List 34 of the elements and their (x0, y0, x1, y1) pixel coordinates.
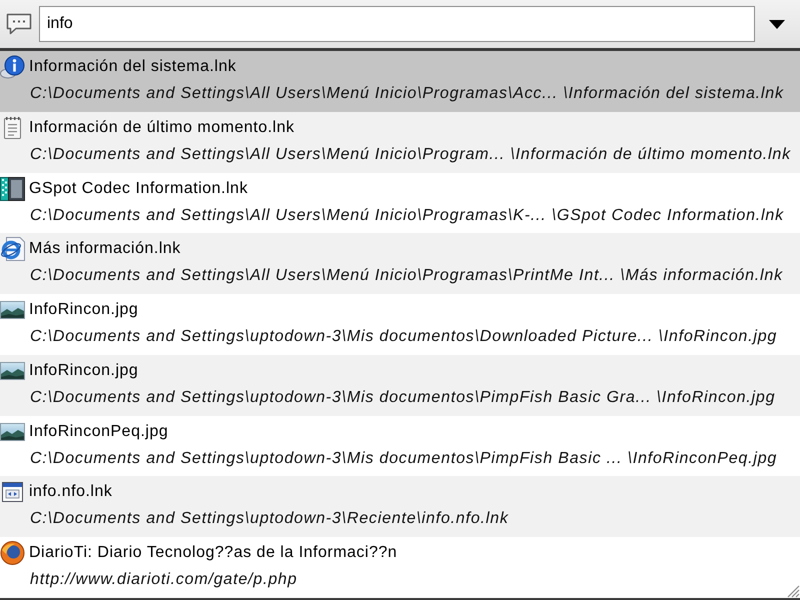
search-field[interactable]: info (39, 6, 755, 42)
result-location: C:\Documents and Settings\uptodown-3\Mis documentos\PimpFish Basic Gra... \InfoRincon.jpg (30, 388, 776, 407)
result-item[interactable]: Información de último momento.lnk C:\Documents and Settings\All Users\Menú Inicio\Program... \Información de último momento.lnk (0, 112, 800, 173)
result-location: http://www.diarioti.com/gate/p.php (30, 571, 298, 590)
result-item[interactable]: GSpot Codec Information.lnk C:\Documents and Settings\All Users\Menú Inicio\Programas\K-... \GSpot Codec Information.lnk (0, 172, 800, 234)
result-title: InfoRinconPeq.jpg (29, 422, 168, 441)
result-item[interactable]: Información del sistema.lnk C:\Documents and Settings\All Users\Menú Inicio\Programas\Acc... \Información del sistema.lnk (0, 51, 800, 112)
result-location: C:\Documents and Settings\uptodown-3\Mis documentos\Downloaded Picture... \InfoRincon.jpg (30, 328, 778, 346)
window-icon (0, 480, 25, 504)
result-title: Información del sistema.lnk (29, 58, 236, 76)
resize-grip-icon[interactable] (785, 583, 800, 598)
result-title: InfoRincon.jpg (29, 301, 138, 320)
info-icon (0, 55, 25, 79)
film-strip-icon (0, 176, 25, 201)
speech-bubble-icon (6, 13, 32, 35)
web-page-icon (0, 237, 25, 262)
result-location: C:\Documents and Settings\All Users\Menú Inicio\Programas\K-... \GSpot Codec Information.lnk (30, 206, 784, 225)
result-location: C:\Documents and Settings\All Users\Menú Inicio\Program... \Información de último momento.lnk (30, 146, 791, 164)
result-title: InfoRincon.jpg (29, 362, 138, 380)
result-location: C:\Documents and Settings\uptodown-3\Mis documentos\PimpFish Basic ... \InfoRinconPeq.jpg (30, 450, 778, 468)
result-location: C:\Documents and Settings\All Users\Menú Inicio\Programas\PrintMe Int... \Más información.lnk (30, 267, 783, 286)
result-title: Más información.lnk (29, 240, 181, 258)
result-item[interactable]: InfoRincon.jpg C:\Documents and Settings\uptodown-3\Mis documentos\PimpFish Basic Gra... \InfoRincon.jpg (0, 354, 800, 416)
result-item[interactable]: info.nfo.lnk C:\Documents and Settings\uptodown-3\Reciente\info.nfo.lnk (0, 476, 800, 538)
result-item[interactable]: InfoRinconPeq.jpg C:\Documents and Settings\uptodown-3\Mis documentos\PimpFish Basic ... \InfoRinconPeq.jpg (0, 416, 800, 476)
result-location: C:\Documents and Settings\All Users\Menú Inicio\Programas\Acc... \Información del sistema.lnk (30, 85, 784, 103)
caret-icon (769, 20, 785, 28)
result-title: GSpot Codec Information.lnk (29, 180, 248, 198)
result-location: C:\Documents and Settings\uptodown-3\Reciente\info.nfo.lnk (30, 510, 509, 528)
result-title: Información de último momento.lnk (29, 118, 294, 137)
globe-icon (0, 541, 25, 566)
result-title: DiarioTi: Diario Tecnolog??as de la Informaci??n (29, 544, 398, 562)
result-title: info.nfo.lnk (29, 483, 112, 502)
result-item[interactable]: Más información.lnk C:\Documents and Settings\All Users\Menú Inicio\Programas\PrintMe Int... \Más información.lnk (0, 233, 800, 294)
